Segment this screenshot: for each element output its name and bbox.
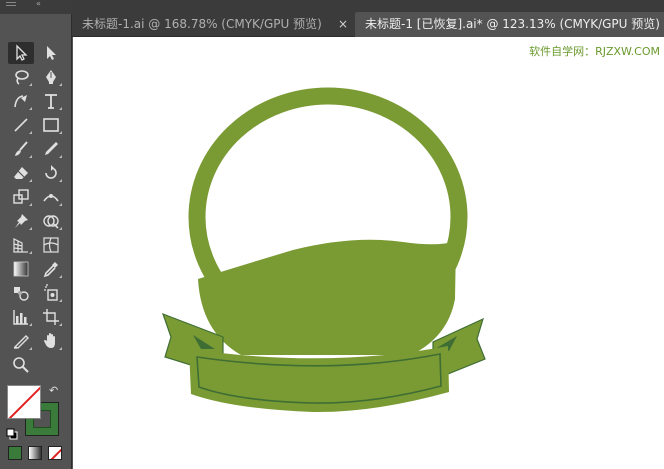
blend-icon <box>14 287 29 301</box>
gradient-tool[interactable] <box>8 258 34 280</box>
rectangle-icon <box>43 118 59 132</box>
lasso-tool[interactable] <box>8 66 34 88</box>
tab-label: 未标题-1 [已恢复].ai* @ 123.13% (CMYK/GPU 预览) <box>365 17 660 31</box>
panel-grip-icon[interactable] <box>6 2 16 6</box>
basket-artwork[interactable] <box>73 37 664 469</box>
document-tab-bar: 未标题-1.ai @ 168.78% (CMYK/GPU 预览) × 未标题-1… <box>72 0 664 37</box>
perspective-grid-icon <box>13 238 28 253</box>
selection-arrow-icon <box>16 44 28 61</box>
fill-color-swatch[interactable] <box>7 385 41 419</box>
none-color-slash-icon <box>8 386 40 418</box>
type-tool[interactable] <box>38 90 64 112</box>
mesh-tool[interactable] <box>38 234 64 256</box>
slice-tool[interactable] <box>8 330 34 352</box>
symbol-sprayer-tool[interactable] <box>38 282 64 304</box>
rotate-icon <box>45 165 57 179</box>
eyedropper-icon <box>43 262 58 278</box>
width-icon <box>43 194 59 202</box>
zoom-tool[interactable] <box>8 354 34 376</box>
hand-tool[interactable] <box>38 330 64 352</box>
blend-tool[interactable] <box>8 282 34 304</box>
shape-builder-icon <box>43 215 59 229</box>
pen-icon <box>46 70 56 84</box>
direct-selection-tool[interactable] <box>38 42 64 64</box>
direct-selection-arrow-icon <box>47 46 56 60</box>
mesh-icon <box>43 237 59 253</box>
swap-fill-stroke-icon[interactable]: ↶ <box>49 384 58 397</box>
none-mode-button[interactable] <box>48 446 62 460</box>
pen-tool[interactable] <box>38 66 64 88</box>
scale-tool[interactable] <box>8 186 34 208</box>
tab-document-1[interactable]: 未标题-1.ai @ 168.78% (CMYK/GPU 预览) × <box>72 12 354 37</box>
gradient-icon <box>13 261 29 277</box>
column-graph-tool[interactable] <box>8 306 34 328</box>
zoom-icon <box>13 357 29 373</box>
curvature-pen-icon <box>14 95 27 108</box>
eraser-tool[interactable] <box>8 162 34 184</box>
width-tool[interactable] <box>38 186 64 208</box>
pencil-icon <box>45 142 58 155</box>
default-colors-icon[interactable] <box>6 425 18 440</box>
collapse-panel-icon[interactable]: « <box>36 0 41 8</box>
column-graph-icon <box>13 310 28 325</box>
gradient-mode-button[interactable] <box>28 446 42 460</box>
perspective-grid-tool[interactable] <box>8 234 34 256</box>
ribbon-band <box>189 346 449 413</box>
rectangle-tool[interactable] <box>38 114 64 136</box>
shape-builder-tool[interactable] <box>38 210 64 232</box>
line-tool[interactable] <box>8 114 34 136</box>
type-icon <box>45 94 57 109</box>
panel-header: « <box>0 0 72 14</box>
artboard-tool[interactable] <box>38 306 64 328</box>
rotate-tool[interactable] <box>38 162 64 184</box>
paintbrush-tool[interactable] <box>8 138 34 160</box>
symbol-sprayer-icon <box>44 284 58 301</box>
none-slash-icon <box>50 448 61 459</box>
close-tab-icon[interactable]: × <box>338 12 348 37</box>
curvature-tool[interactable] <box>8 90 34 112</box>
color-mode-button[interactable] <box>8 446 22 460</box>
slice-icon <box>13 335 29 349</box>
scale-icon <box>13 189 29 204</box>
eraser-icon <box>14 167 28 179</box>
selection-tool[interactable] <box>8 42 34 64</box>
eyedropper-tool[interactable] <box>38 258 64 280</box>
tab-label: 未标题-1.ai @ 168.78% (CMYK/GPU 预览) <box>82 17 322 31</box>
tab-document-2[interactable]: 未标题-1 [已恢复].ai* @ 123.13% (CMYK/GPU 预览) <box>355 12 664 37</box>
paintbrush-icon <box>15 141 28 156</box>
artboard-canvas[interactable]: 软件自学网：RJZXW.COM <box>73 37 664 469</box>
hand-icon <box>44 333 55 348</box>
puppet-warp-tool[interactable] <box>8 210 34 232</box>
line-segment-icon <box>14 118 28 132</box>
pencil-tool[interactable] <box>38 138 64 160</box>
tools-panel: « ↶ <box>0 0 72 469</box>
artboard-icon <box>43 309 59 325</box>
lasso-icon <box>15 70 29 85</box>
pin-icon <box>15 214 28 228</box>
